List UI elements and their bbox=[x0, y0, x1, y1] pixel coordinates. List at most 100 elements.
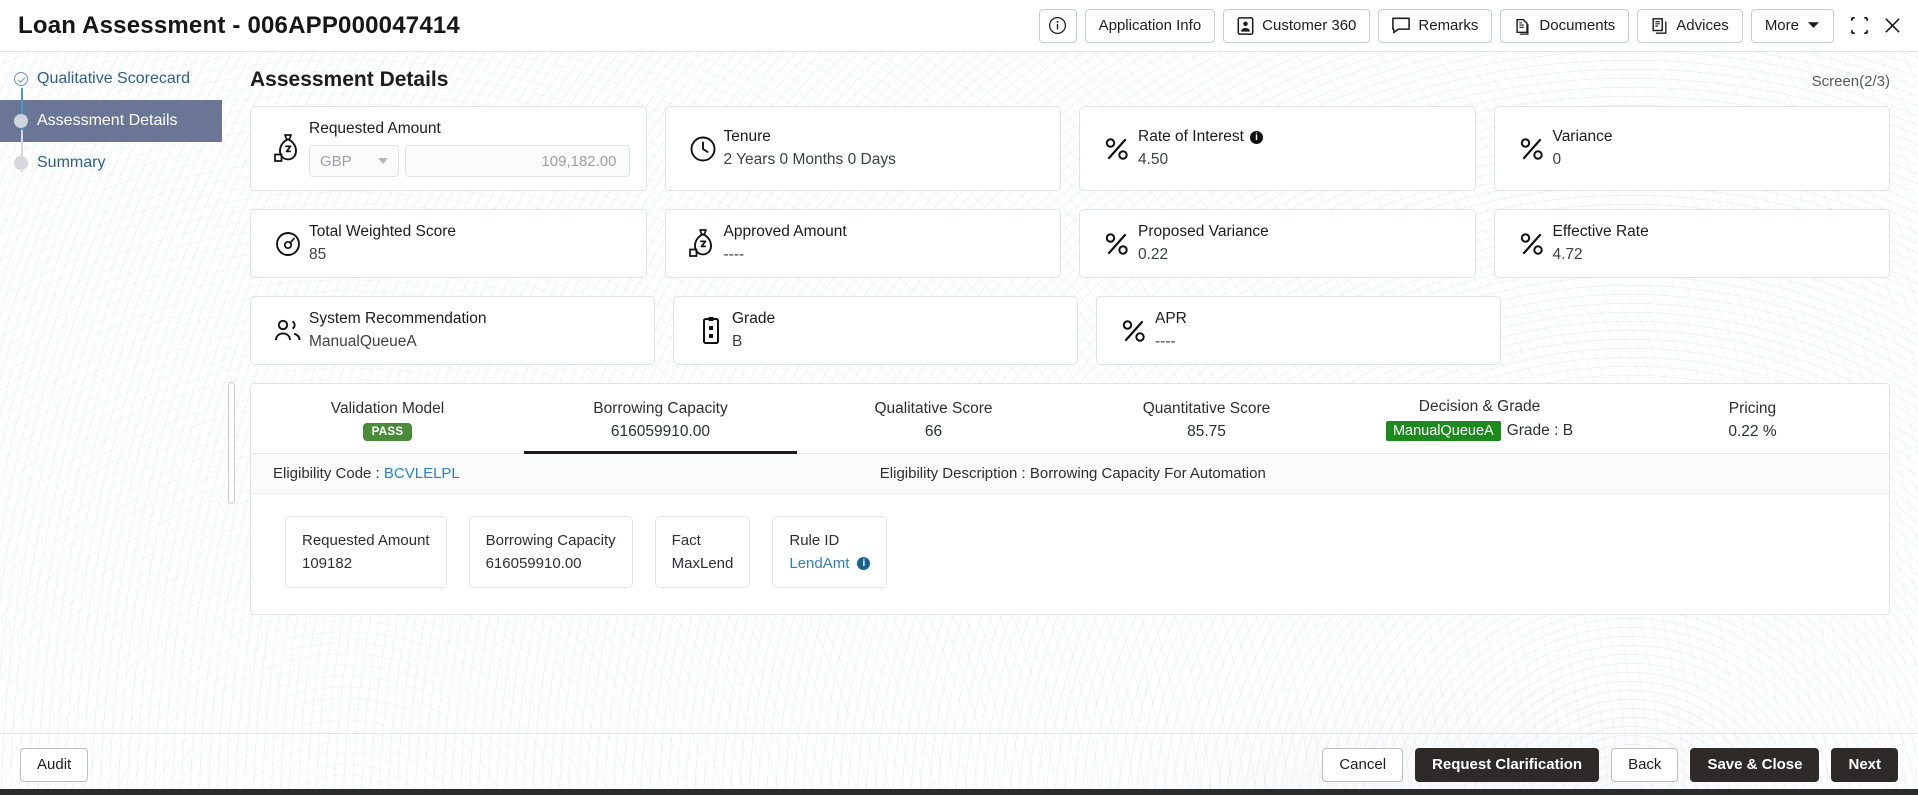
card-body: Approved Amount ---- bbox=[724, 223, 1045, 264]
card-label: Grade bbox=[732, 310, 1061, 328]
card-value: 85 bbox=[309, 246, 630, 264]
content-scrollbar[interactable] bbox=[228, 382, 235, 504]
rule-id-link[interactable]: LendAmt bbox=[789, 555, 849, 572]
tab-value-group: ManualQueueA Grade : B bbox=[1349, 421, 1610, 441]
screen-counter: Screen(2/3) bbox=[1812, 73, 1890, 90]
grade-text: Grade : B bbox=[1507, 422, 1573, 439]
card-label: Approved Amount bbox=[724, 223, 1045, 241]
tab-quantitative-score[interactable]: Quantitative Score 85.75 bbox=[1070, 386, 1343, 453]
card-total-weighted-score: Total Weighted Score 85 bbox=[250, 209, 647, 278]
card-label: Variance bbox=[1553, 128, 1874, 146]
more-label: More bbox=[1765, 17, 1799, 34]
advices-icon bbox=[1651, 17, 1668, 35]
tab-title: Quantitative Score bbox=[1076, 400, 1337, 418]
detail-card-value: MaxLend bbox=[672, 555, 734, 572]
tab-pricing[interactable]: Pricing 0.22 % bbox=[1616, 386, 1889, 453]
detail-card-label: Requested Amount bbox=[302, 532, 430, 549]
application-info-button[interactable]: Application Info bbox=[1085, 9, 1216, 43]
advices-button[interactable]: Advices bbox=[1637, 9, 1743, 43]
card-label: Total Weighted Score bbox=[309, 223, 630, 241]
sidebar-item-qualitative-scorecard[interactable]: Qualitative Scorecard bbox=[0, 58, 222, 100]
tab-title: Borrowing Capacity bbox=[530, 400, 791, 418]
card-system-recommendation: System Recommendation ManualQueueA bbox=[250, 296, 655, 365]
status-badge-pass: PASS bbox=[363, 423, 413, 441]
sidebar-item-assessment-details[interactable]: Assessment Details bbox=[0, 100, 222, 142]
detail-card-borrowing-capacity: Borrowing Capacity 616059910.00 bbox=[469, 516, 633, 588]
detail-card-fact: Fact MaxLend bbox=[655, 516, 751, 588]
card-body: Total Weighted Score 85 bbox=[309, 223, 630, 264]
requested-amount-input[interactable] bbox=[405, 145, 630, 177]
tab-title: Pricing bbox=[1622, 400, 1883, 418]
back-button[interactable]: Back bbox=[1611, 748, 1678, 782]
tab-qualitative-score[interactable]: Qualitative Score 66 bbox=[797, 386, 1070, 453]
cancel-button[interactable]: Cancel bbox=[1322, 748, 1403, 782]
detail-card-requested-amount: Requested Amount 109182 bbox=[285, 516, 447, 588]
card-label: Rate of Interest i bbox=[1138, 128, 1459, 146]
card-label-text: Rate of Interest bbox=[1138, 128, 1244, 146]
info-button[interactable] bbox=[1039, 9, 1077, 43]
card-requested-amount: Requested Amount GBP bbox=[250, 106, 647, 191]
customer-360-label: Customer 360 bbox=[1262, 17, 1356, 34]
tab-validation-model[interactable]: Validation Model PASS bbox=[251, 386, 524, 453]
card-value: 4.50 bbox=[1138, 151, 1459, 169]
tab-value: 616059910.00 bbox=[530, 423, 791, 441]
detail-card-value: 109182 bbox=[302, 555, 430, 572]
eligibility-description: Eligibility Description : Borrowing Capa… bbox=[880, 465, 1266, 482]
more-button[interactable]: More bbox=[1751, 9, 1834, 43]
summary-cards-row-1: Requested Amount GBP bbox=[250, 106, 1890, 191]
next-button[interactable]: Next bbox=[1831, 748, 1898, 782]
card-variance: Variance 0 bbox=[1494, 106, 1891, 191]
chevron-down-icon bbox=[1807, 21, 1820, 30]
card-value: 2 Years 0 Months 0 Days bbox=[724, 151, 1045, 169]
main-content: Assessment Details Screen(2/3) bbox=[222, 52, 1918, 747]
documents-button[interactable]: Documents bbox=[1500, 9, 1629, 43]
card-body: System Recommendation ManualQueueA bbox=[309, 310, 638, 351]
comment-icon bbox=[1392, 17, 1410, 34]
currency-select[interactable]: GBP bbox=[309, 145, 399, 177]
step-dot-icon bbox=[14, 114, 28, 128]
currency-value: GBP bbox=[320, 153, 352, 170]
tab-borrowing-capacity[interactable]: Borrowing Capacity 616059910.00 bbox=[524, 386, 797, 453]
card-proposed-variance: Proposed Variance 0.22 bbox=[1079, 209, 1476, 278]
save-and-close-button[interactable]: Save & Close bbox=[1690, 748, 1819, 782]
info-icon[interactable]: i bbox=[1250, 131, 1263, 144]
card-body: Proposed Variance 0.22 bbox=[1138, 223, 1459, 264]
audit-button[interactable]: Audit bbox=[20, 748, 88, 782]
tab-value: 66 bbox=[803, 423, 1064, 441]
close-icon[interactable] bbox=[1883, 16, 1902, 35]
status-badge-queue: ManualQueueA bbox=[1386, 421, 1501, 441]
tab-decision-and-grade[interactable]: Decision & Grade ManualQueueAGrade : B bbox=[1343, 384, 1616, 453]
detail-card-label: Borrowing Capacity bbox=[486, 532, 616, 549]
summary-cards: Requested Amount GBP bbox=[222, 92, 1918, 365]
gauge-icon bbox=[267, 230, 309, 258]
stepper-list: Qualitative Scorecard Assessment Details… bbox=[0, 52, 222, 184]
customer-360-button[interactable]: Customer 360 bbox=[1223, 9, 1370, 43]
check-circle-icon bbox=[14, 72, 28, 86]
chevron-down-icon bbox=[378, 158, 388, 164]
remarks-button[interactable]: Remarks bbox=[1378, 9, 1492, 43]
eligibility-description-label: Eligibility Description : bbox=[880, 465, 1026, 482]
card-body: Grade B bbox=[732, 310, 1061, 351]
summary-cards-row-2: Total Weighted Score 85 App bbox=[250, 209, 1890, 278]
collapse-icon[interactable] bbox=[1850, 16, 1869, 35]
percent-icon bbox=[1511, 230, 1553, 258]
clock-icon bbox=[682, 135, 724, 163]
card-value: ---- bbox=[724, 246, 1045, 264]
card-body: Variance 0 bbox=[1553, 128, 1874, 169]
percent-icon bbox=[1096, 230, 1138, 258]
page-title: Assessment Details bbox=[250, 68, 448, 92]
info-icon[interactable]: i bbox=[857, 557, 870, 570]
sidebar-item-label: Summary bbox=[37, 154, 105, 172]
tab-title: Validation Model bbox=[257, 400, 518, 418]
card-value: 0 bbox=[1553, 151, 1874, 169]
results-tabs: Validation Model PASS Borrowing Capacity… bbox=[251, 384, 1889, 454]
eligibility-code-link[interactable]: BCVLELPL bbox=[384, 465, 460, 482]
detail-card-value-group: LendAmt i bbox=[789, 555, 870, 572]
request-clarification-button[interactable]: Request Clarification bbox=[1415, 748, 1599, 782]
card-body: Rate of Interest i 4.50 bbox=[1138, 128, 1459, 169]
card-tenure: Tenure 2 Years 0 Months 0 Days bbox=[665, 106, 1062, 191]
card-value: 0.22 bbox=[1138, 246, 1459, 264]
row3-spacer bbox=[1519, 296, 1890, 365]
sidebar-item-summary[interactable]: Summary bbox=[0, 142, 222, 184]
advices-label: Advices bbox=[1676, 17, 1729, 34]
